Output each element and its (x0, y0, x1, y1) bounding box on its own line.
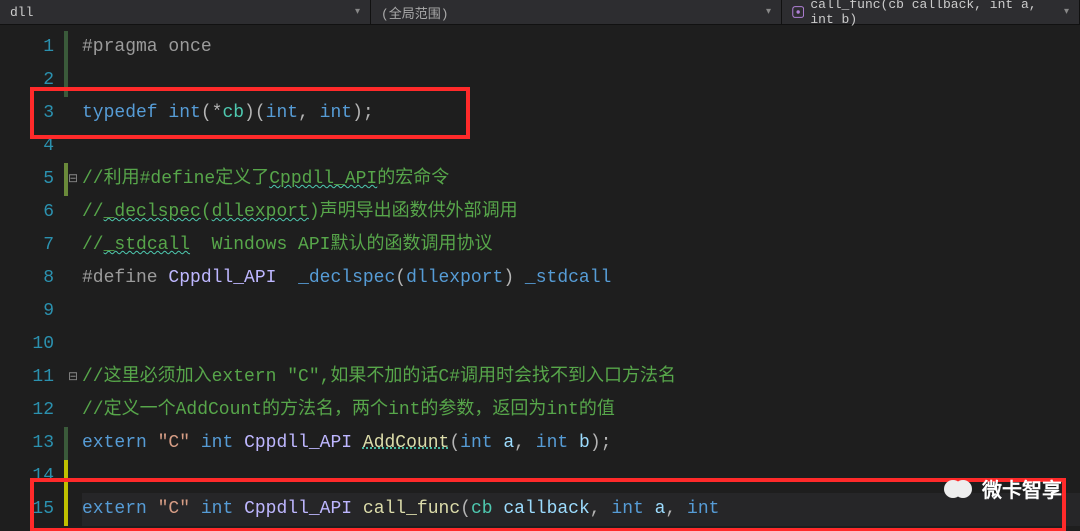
line-number: 9 (0, 295, 64, 328)
code-line (82, 295, 1080, 328)
line-number: 8 (0, 262, 64, 295)
line-number: 6 (0, 196, 64, 229)
line-number: 7 (0, 229, 64, 262)
line-number: 1 (0, 31, 64, 64)
code-line: #pragma once (82, 31, 1080, 64)
function-name: call_func(cb callback, int a, int b) (810, 0, 1058, 27)
line-number: 15 (0, 493, 64, 526)
code-line (82, 64, 1080, 97)
code-line: //_stdcall Windows API默认的函数调用协议 (82, 229, 1080, 262)
fold-toggle[interactable]: ⊟ (64, 361, 82, 394)
line-number: 5 (0, 163, 64, 196)
code-line: extern "C" int Cppdll_API call_func(cb c… (82, 493, 1080, 526)
watermark: 微卡智享 (944, 474, 1062, 503)
line-number: 12 (0, 394, 64, 427)
code-surface[interactable]: #pragma once typedef int(*cb)(int, int);… (82, 25, 1080, 531)
file-name: dll (10, 5, 33, 20)
code-line (82, 328, 1080, 361)
chevron-down-icon: ▾ (355, 6, 360, 18)
editor-window: dll ▾ (全局范围) ▾ call_func(cb callback, in… (0, 0, 1080, 531)
code-line: //定义一个AddCount的方法名，两个int的参数，返回为int的值 (82, 394, 1080, 427)
code-line: //_declspec(dllexport)声明导出函数供外部调用 (82, 196, 1080, 229)
nav-bar: dll ▾ (全局范围) ▾ call_func(cb callback, in… (0, 0, 1080, 25)
code-line: extern "C" int Cppdll_API AddCount(int a… (82, 427, 1080, 460)
line-number-gutter: 1 2 3 4 5 6 7 8 9 10 11 12 13 14 15 (0, 25, 64, 531)
watermark-text: 微卡智享 (982, 474, 1062, 503)
line-number: 3 (0, 97, 64, 130)
function-dropdown[interactable]: call_func(cb callback, int a, int b) ▾ (782, 0, 1080, 24)
scope-label: (全局范围) (381, 3, 449, 22)
code-line: #define Cppdll_API _declspec(dllexport) … (82, 262, 1080, 295)
code-line (82, 460, 1080, 493)
line-number: 2 (0, 64, 64, 97)
line-number: 10 (0, 328, 64, 361)
scope-dropdown[interactable]: (全局范围) ▾ (371, 0, 782, 24)
function-icon (792, 5, 804, 19)
code-line: //利用#define定义了Cppdll_API的宏命令 (82, 163, 1080, 196)
file-dropdown[interactable]: dll ▾ (0, 0, 371, 24)
editor-area: 1 2 3 4 5 6 7 8 9 10 11 12 13 14 15 ⊟ (0, 25, 1080, 531)
line-number: 4 (0, 130, 64, 163)
line-number: 13 (0, 427, 64, 460)
code-line (82, 130, 1080, 163)
chevron-down-icon: ▾ (766, 6, 771, 18)
line-number: 11 (0, 361, 64, 394)
code-line: typedef int(*cb)(int, int); (82, 97, 1080, 130)
line-number: 14 (0, 460, 64, 493)
wechat-icon (944, 477, 974, 501)
code-line: //这里必须加入extern "C",如果不加的话C#调用时会找不到入口方法名 (82, 361, 1080, 394)
chevron-down-icon: ▾ (1064, 6, 1069, 18)
